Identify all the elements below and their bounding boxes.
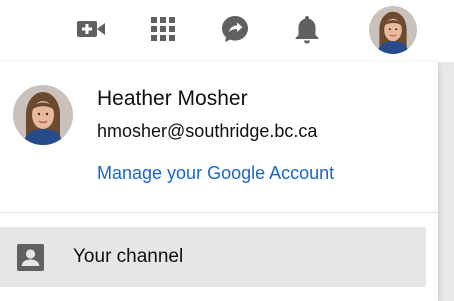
top-toolbar (0, 0, 454, 62)
menu-item-label: Your channel (73, 246, 184, 267)
user-avatar-photo (369, 6, 417, 54)
notifications-bell-icon (295, 16, 319, 44)
create-video-button[interactable] (75, 13, 107, 45)
youtube-account-screen: Heather Mosher hmosher@southridge.bc.ca … (0, 0, 454, 301)
apps-grid-icon (151, 17, 175, 41)
account-email: hmosher@southridge.bc.ca (97, 121, 318, 141)
account-box-icon (17, 244, 44, 271)
manage-google-account-link[interactable]: Manage your Google Account (97, 163, 334, 184)
messages-icon (222, 16, 248, 42)
messages-button[interactable] (219, 13, 251, 45)
menu-item-your-channel[interactable]: Your channel (0, 227, 426, 287)
account-name: Heather Mosher (97, 87, 248, 110)
account-avatar (13, 85, 73, 145)
notifications-button[interactable] (291, 13, 323, 45)
account-menu: Heather Mosher hmosher@southridge.bc.ca … (0, 62, 438, 301)
page-scrollbar-track[interactable] (438, 62, 454, 301)
video-create-icon (77, 21, 105, 37)
menu-divider (0, 212, 438, 213)
apps-button[interactable] (147, 13, 179, 45)
user-avatar-photo-large (13, 85, 73, 145)
avatar-button[interactable] (369, 6, 417, 54)
